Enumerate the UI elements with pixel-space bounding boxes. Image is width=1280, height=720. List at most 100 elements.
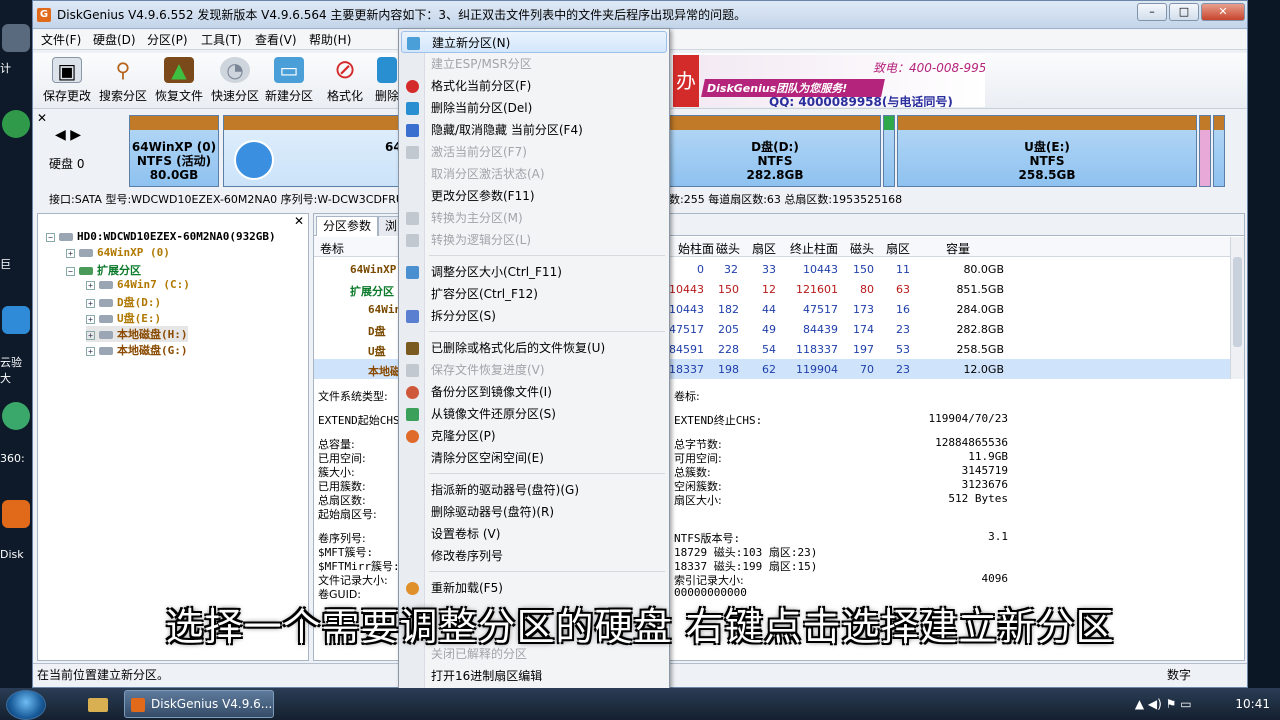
extend-end-label: EXTEND终止CHS:: [674, 414, 763, 427]
small-partition-block[interactable]: [1199, 115, 1211, 187]
partition-block[interactable]: D盘(D:) NTFS 282.8GB: [669, 115, 881, 187]
menu-partition[interactable]: 分区(P): [147, 30, 188, 50]
cloud-desktop-icon[interactable]: [2, 306, 30, 334]
menu-item-activate[interactable]: 激活当前分区(F7): [401, 141, 667, 163]
menu-tools[interactable]: 工具(T): [201, 30, 242, 50]
menu-item-hex-editor[interactable]: 打开16进制扇区编辑: [401, 665, 667, 687]
title-bar[interactable]: G DiskGenius V4.9.6.552 发现新版本 V4.9.6.564…: [33, 1, 1247, 29]
col-end-sector: 扇区: [886, 242, 911, 256]
menu-item-save-progress[interactable]: 保存文件恢复进度(V): [401, 359, 667, 381]
clone-icon: [406, 430, 419, 443]
menu-item-remove-drive-letter[interactable]: 删除驱动器号(盘符)(R): [401, 501, 667, 523]
recover-files-button[interactable]: ▲ 恢复文件: [153, 57, 205, 107]
expand-icon[interactable]: +: [66, 248, 75, 258]
taskbar-diskgenius[interactable]: DiskGenius V4.9.6....: [124, 690, 274, 718]
disk-panel-close-icon[interactable]: ✕: [37, 111, 47, 125]
task-label: DiskGenius V4.9.6....: [151, 697, 274, 711]
backup-icon: [406, 386, 419, 399]
menu-item-hide[interactable]: 隐藏/取消隐藏 当前分区(F4): [401, 119, 667, 141]
tree-item-partition[interactable]: + D盘(D:): [86, 294, 161, 310]
tree-item-disk[interactable]: − HD0:WDCWD10EZEX-60M2NA0(932GB): [46, 230, 276, 243]
close-button[interactable]: ✕: [1201, 3, 1245, 21]
small-partition-block[interactable]: [883, 115, 895, 187]
new-partition-button[interactable]: ▭ 新建分区: [263, 57, 315, 107]
menu-item-new-partition[interactable]: 建立新分区(N): [401, 31, 667, 53]
menu-disk[interactable]: 硬盘(D): [93, 30, 136, 50]
next-disk-icon[interactable]: ▶: [70, 127, 81, 143]
expand-icon[interactable]: +: [86, 298, 95, 308]
small-partition-block[interactable]: [1213, 115, 1225, 187]
collapse-icon[interactable]: −: [46, 232, 55, 242]
row-end-head: 80: [860, 283, 874, 296]
row-end-sector: 11: [896, 263, 910, 276]
computer-desktop-icon[interactable]: [2, 24, 30, 52]
clock[interactable]: 10:41: [1235, 697, 1270, 711]
save-changes-button[interactable]: ▣ 保存更改: [41, 57, 93, 107]
partition-block[interactable]: U盘(E:) NTFS 258.5GB: [897, 115, 1197, 187]
network-desktop-icon[interactable]: [2, 110, 30, 138]
menu-view[interactable]: 查看(V): [255, 30, 297, 50]
row-end-sector: 53: [896, 343, 910, 356]
row-end-sector: 16: [896, 303, 910, 316]
table-scrollbar[interactable]: [1230, 237, 1244, 379]
collapse-icon[interactable]: −: [66, 266, 75, 276]
partition-block[interactable]: 64WinXP (0) NTFS (活动) 80.0GB: [129, 115, 219, 187]
partition-name: 64WinXP (0): [131, 140, 217, 154]
row-capacity: 12.0GB: [963, 363, 1004, 376]
menu-item-deactivate[interactable]: 取消分区激活状态(A): [401, 163, 667, 185]
format-button[interactable]: ⊘ 格式化: [319, 57, 371, 107]
menu-item-to-primary[interactable]: 转换为主分区(M): [401, 207, 667, 229]
menu-item-esp-msr[interactable]: 建立ESP/MSR分区: [401, 53, 667, 75]
start-button[interactable]: [6, 690, 46, 720]
tree-panel-close-icon[interactable]: ✕: [294, 214, 304, 228]
menu-item-backup-image[interactable]: 备份分区到镜像文件(I): [401, 381, 667, 403]
menu-item-delete[interactable]: 删除当前分区(Del): [401, 97, 667, 119]
row-sector: 49: [762, 323, 776, 336]
expand-icon[interactable]: +: [86, 346, 95, 356]
tree-item-partition[interactable]: +64WinXP (0): [66, 246, 170, 259]
menu-item-change-params[interactable]: 更改分区参数(F11): [401, 185, 667, 207]
prev-disk-icon[interactable]: ◀: [55, 127, 66, 143]
menu-file[interactable]: 文件(F): [41, 30, 81, 50]
menu-item-volume-serial[interactable]: 修改卷序列号: [401, 545, 667, 567]
extended-partition-icon: [79, 267, 93, 275]
detail-value: 12884865536: [935, 436, 1008, 449]
tree-item-partition[interactable]: + U盘(E:): [86, 310, 161, 326]
tab-partition-params[interactable]: 分区参数: [316, 216, 379, 236]
ad-banner[interactable]: 办 DiskGenius团队为您服务! 致电：400-008-9958 QQ: …: [673, 55, 985, 107]
menu-item-assign-drive-letter[interactable]: 指派新的驱动器号(盘符)(G): [401, 479, 667, 501]
explorer-taskbar-icon[interactable]: [84, 692, 112, 716]
tree-item-extended[interactable]: − 扩展分区: [66, 262, 141, 278]
menu-item-format[interactable]: 格式化当前分区(F): [401, 75, 667, 97]
scrollbar-thumb[interactable]: [1233, 257, 1242, 347]
menu-item-wipe-free-space[interactable]: 清除分区空闲空间(E): [401, 447, 667, 469]
maximize-button[interactable]: □: [1169, 3, 1199, 21]
tree-item-partition-selected[interactable]: + 本地磁盘(H:): [86, 326, 188, 342]
col-end-head: 磁头: [850, 242, 875, 256]
menu-item-resize[interactable]: 调整分区大小(Ctrl_F11): [401, 261, 667, 283]
tree-item-partition[interactable]: +64Win7 (C:): [86, 278, 190, 291]
security-360-desktop-icon[interactable]: [2, 402, 30, 430]
tray-icons[interactable]: ▲ ◀) ⚑ ▭: [1135, 697, 1192, 711]
menu-item-recover-files[interactable]: 已删除或格式化后的文件恢复(U): [401, 337, 667, 359]
expand-icon[interactable]: +: [86, 280, 95, 290]
minimize-button[interactable]: –: [1137, 3, 1167, 21]
menu-item-set-volume-label[interactable]: 设置卷标 (V): [401, 523, 667, 545]
recover-files-label: 恢复文件: [154, 89, 203, 103]
search-partition-button[interactable]: ⚲ 搜索分区: [97, 57, 149, 107]
quick-partition-label: 快速分区: [210, 89, 259, 103]
menu-item-clone[interactable]: 克隆分区(P): [401, 425, 667, 447]
tree-item-partition[interactable]: + 本地磁盘(G:): [86, 342, 188, 358]
menu-item-label: 隐藏/取消隐藏 当前分区(F4): [431, 123, 583, 137]
menu-item-to-logical[interactable]: 转换为逻辑分区(L): [401, 229, 667, 251]
menu-item-split[interactable]: 拆分分区(S): [401, 305, 667, 327]
menu-item-extend[interactable]: 扩容分区(Ctrl_F12): [401, 283, 667, 305]
row-name: U盘: [368, 345, 386, 358]
expand-icon[interactable]: +: [86, 330, 95, 340]
menu-item-restore-image[interactable]: 从镜像文件还原分区(S): [401, 403, 667, 425]
menu-help[interactable]: 帮助(H): [309, 30, 351, 50]
expand-icon[interactable]: +: [86, 314, 95, 324]
quick-partition-button[interactable]: ◔ 快速分区: [209, 57, 261, 107]
diskgenius-desktop-icon[interactable]: [2, 500, 30, 528]
menu-item-label: 已删除或格式化后的文件恢复(U): [431, 341, 606, 355]
